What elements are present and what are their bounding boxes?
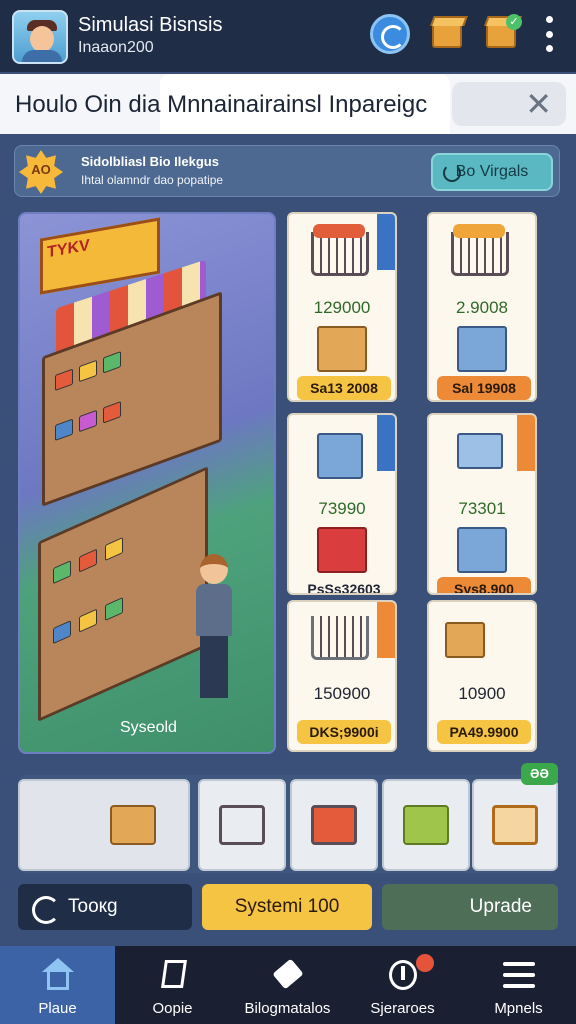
tag-icon [270, 958, 306, 992]
card-value: 10900 [458, 684, 506, 703]
shop-card[interactable]: 73301 Sys8.900 [427, 413, 537, 595]
tray-slot[interactable] [198, 779, 286, 871]
card-price[interactable]: Sa13 2008 [297, 376, 391, 400]
menu-icon [501, 958, 537, 992]
cart-icon [311, 616, 371, 676]
tray-slot[interactable] [382, 779, 470, 871]
store-scene[interactable]: TYKV Syseold [18, 212, 276, 754]
upgrade-button[interactable]: Uprade [382, 884, 558, 930]
shopkeeper [188, 554, 242, 714]
notification-dot [416, 954, 434, 972]
shop-card[interactable]: 2.9008 Sal 19908 [427, 212, 537, 402]
nav-stats[interactable]: Sjeraroes [345, 946, 460, 1024]
card-price[interactable]: DKS;9900i [297, 720, 391, 744]
lower-shelf [38, 466, 208, 722]
card-value: 129000 [313, 298, 371, 317]
card-price[interactable]: Sys8.900 [437, 577, 531, 593]
nav-label: Bilogmatalos [244, 1000, 331, 1017]
red-box-icon [317, 527, 367, 573]
nav-label: Plaue [38, 1000, 77, 1017]
card-value: 73301 [458, 499, 506, 518]
box-icon [445, 622, 485, 658]
bottom-nav: Plaue Oopie Bilogmatalos Sjeraroes Mpnel… [0, 946, 576, 1024]
shop-card[interactable]: 73990 PsSs32603 [287, 413, 397, 595]
notification-banner: Houlo Oin dia Mnnainairainsl Inpareigc ✕ [0, 74, 576, 134]
nav-label: Sjeraroes [370, 1000, 435, 1017]
close-icon: ✕ [525, 86, 552, 122]
more-menu-icon[interactable] [539, 16, 559, 52]
cart-icon [451, 224, 511, 292]
shop-card[interactable]: 150900 DKS;9900i [287, 600, 397, 752]
tray-slot[interactable] [472, 779, 558, 871]
crate-icon [457, 326, 507, 372]
system-button[interactable]: Systemi 100 [202, 884, 372, 930]
quest-subtitle: Ihtal olamndr dao popatipe [81, 173, 224, 187]
banner-text: Houlo Oin dia Mnnainairainsl Inpareigc [15, 91, 428, 118]
nav-home[interactable]: Plaue [0, 946, 115, 1024]
produce-crate-icon [403, 805, 449, 845]
close-button[interactable]: ✕ [452, 82, 566, 126]
crate-icon [317, 433, 363, 479]
nav-shop[interactable]: Oopie [115, 946, 230, 1024]
card-value: 73990 [318, 499, 366, 518]
card-price[interactable]: Sal 19908 [437, 376, 531, 400]
box-icon[interactable] [428, 14, 468, 54]
badge-label: AO [31, 162, 51, 177]
flag-icon [155, 958, 191, 992]
top-bar: Simulasi Bisnsis Inaaon200 ✓ [0, 0, 576, 72]
shop-card[interactable]: 10900 PA49.9900 [427, 600, 537, 752]
nav-catalog[interactable]: Bilogmatalos [230, 946, 345, 1024]
app-subtitle: Inaaon200 [78, 39, 154, 56]
card-value: 150900 [313, 684, 371, 703]
tray-slot[interactable] [18, 779, 190, 871]
home-icon [40, 958, 76, 992]
box-check-icon[interactable]: ✓ [482, 14, 522, 54]
cart-icon [311, 224, 371, 292]
scene-label: Syseold [120, 719, 177, 736]
card-value: 2.9008 [456, 298, 508, 317]
app-title: Simulasi Bisnsis [78, 14, 223, 36]
basket-icon [492, 805, 538, 845]
sync-icon[interactable] [370, 14, 410, 54]
produce-cart-icon [311, 805, 357, 845]
tool-button[interactable]: Toокg [18, 884, 192, 930]
cart-icon [219, 805, 265, 845]
item-tray [18, 775, 558, 873]
crate-icon [457, 433, 503, 469]
nav-label: Oopie [152, 1000, 193, 1017]
shop-card[interactable]: 129000 Sa13 2008 [287, 212, 397, 402]
quest-title: Sidolbliasl Bio Ilekgus [81, 154, 219, 169]
quest-panel: AO Sidolbliasl Bio Ilekgus Ihtal olamndr… [14, 145, 560, 197]
card-price[interactable]: PA49.9900 [437, 720, 531, 744]
tray-slot[interactable] [290, 779, 378, 871]
avatar[interactable] [12, 10, 68, 64]
box-icon [110, 805, 156, 845]
box-icon [317, 326, 367, 372]
crate-icon [457, 527, 507, 573]
quest-button[interactable]: Bo Virgals [431, 153, 553, 191]
card-price[interactable]: PsSs32603 [297, 577, 391, 593]
nav-menu[interactable]: Mpnels [461, 946, 576, 1024]
tray-badge: ƏƏ [521, 763, 558, 785]
nav-label: Mpnels [494, 1000, 543, 1017]
